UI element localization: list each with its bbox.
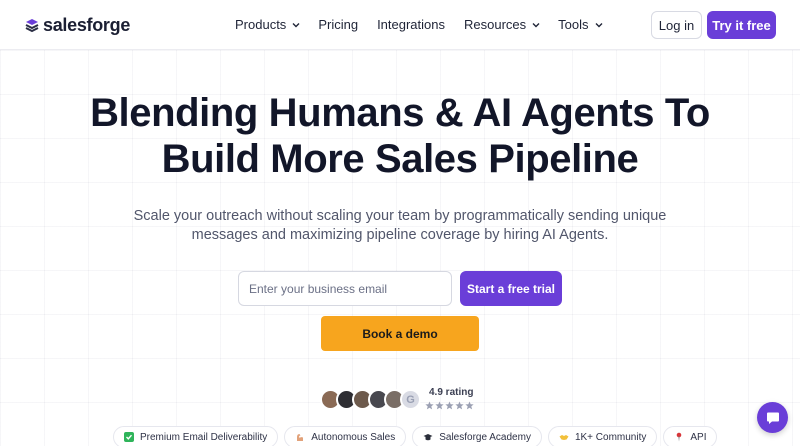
- logo-wordmark: salesforge: [43, 14, 131, 35]
- login-button[interactable]: Log in: [651, 11, 702, 39]
- star-icon: [465, 401, 474, 410]
- graduation-cap-icon: [423, 434, 433, 441]
- pill-api[interactable]: API: [663, 426, 718, 446]
- salesforge-logo[interactable]: salesforge: [24, 14, 130, 36]
- hero-subtitle: Scale your outreach without scaling your…: [133, 208, 667, 243]
- nav-integrations-label: Integrations: [377, 17, 445, 32]
- chat-bubble-icon: [766, 412, 779, 424]
- nav-products-label: Products: [235, 17, 287, 32]
- pill-community[interactable]: 1K+ Community: [547, 426, 658, 446]
- main-nav: Products Pricing Integrations Resources …: [235, 17, 603, 32]
- nav-integrations[interactable]: Integrations: [377, 17, 445, 32]
- chevron-down-icon: [595, 22, 602, 27]
- pill-label: 1K+ Community: [574, 431, 647, 443]
- star-icon: [455, 401, 464, 410]
- try-it-free-button[interactable]: Try it free: [707, 11, 776, 39]
- hero-headline: Blending Humans & AI Agents To Build Mor…: [0, 90, 800, 182]
- pill-label: Premium Email Deliverability: [140, 431, 268, 443]
- nav-products[interactable]: Products: [235, 17, 300, 32]
- nav-resources[interactable]: Resources: [464, 17, 540, 32]
- check-square-icon: [124, 432, 134, 442]
- star-icon: [425, 401, 434, 410]
- business-email-input[interactable]: [238, 271, 452, 306]
- salesforge-logo-icon: [25, 19, 39, 33]
- nav-resources-label: Resources: [464, 17, 527, 32]
- start-free-trial-button[interactable]: Start a free trial: [460, 271, 562, 306]
- nav-pricing[interactable]: Pricing: [318, 17, 358, 32]
- headline-line-2: Build More Sales Pipeline: [161, 137, 639, 181]
- headline-line-1: Blending Humans & AI Agents To: [90, 91, 710, 135]
- pin-icon: [677, 432, 682, 442]
- star-icon: [445, 401, 454, 410]
- nav-tools-label: Tools: [558, 17, 589, 32]
- chat-widget-button[interactable]: [757, 402, 788, 433]
- pill-salesforge-academy[interactable]: Salesforge Academy: [412, 426, 542, 446]
- nav-pricing-label: Pricing: [318, 17, 359, 32]
- flexed-arm-icon: [297, 434, 304, 441]
- rating-text: 4.9 rating: [429, 387, 474, 398]
- pill-label: API: [690, 431, 707, 443]
- g2-review-badge: G: [400, 389, 421, 410]
- rating-stars: [425, 401, 474, 410]
- handshake-icon: [559, 435, 569, 440]
- chevron-down-icon: [292, 22, 300, 27]
- customer-avatars: G: [320, 389, 421, 411]
- feature-pills: Premium Email Deliverability Autonomous …: [113, 426, 718, 446]
- book-demo-button[interactable]: Book a demo: [321, 316, 479, 351]
- nav-tools[interactable]: Tools: [558, 17, 602, 32]
- pill-label: Salesforge Academy: [439, 431, 531, 443]
- pill-label: Autonomous Sales: [311, 431, 396, 443]
- pill-autonomous-sales[interactable]: Autonomous Sales: [284, 426, 407, 446]
- star-icon: [435, 401, 444, 410]
- pill-premium-email-deliverability[interactable]: Premium Email Deliverability: [113, 426, 279, 446]
- chevron-down-icon: [532, 22, 540, 27]
- site-header: salesforge Products Pricing Integrations…: [0, 0, 800, 50]
